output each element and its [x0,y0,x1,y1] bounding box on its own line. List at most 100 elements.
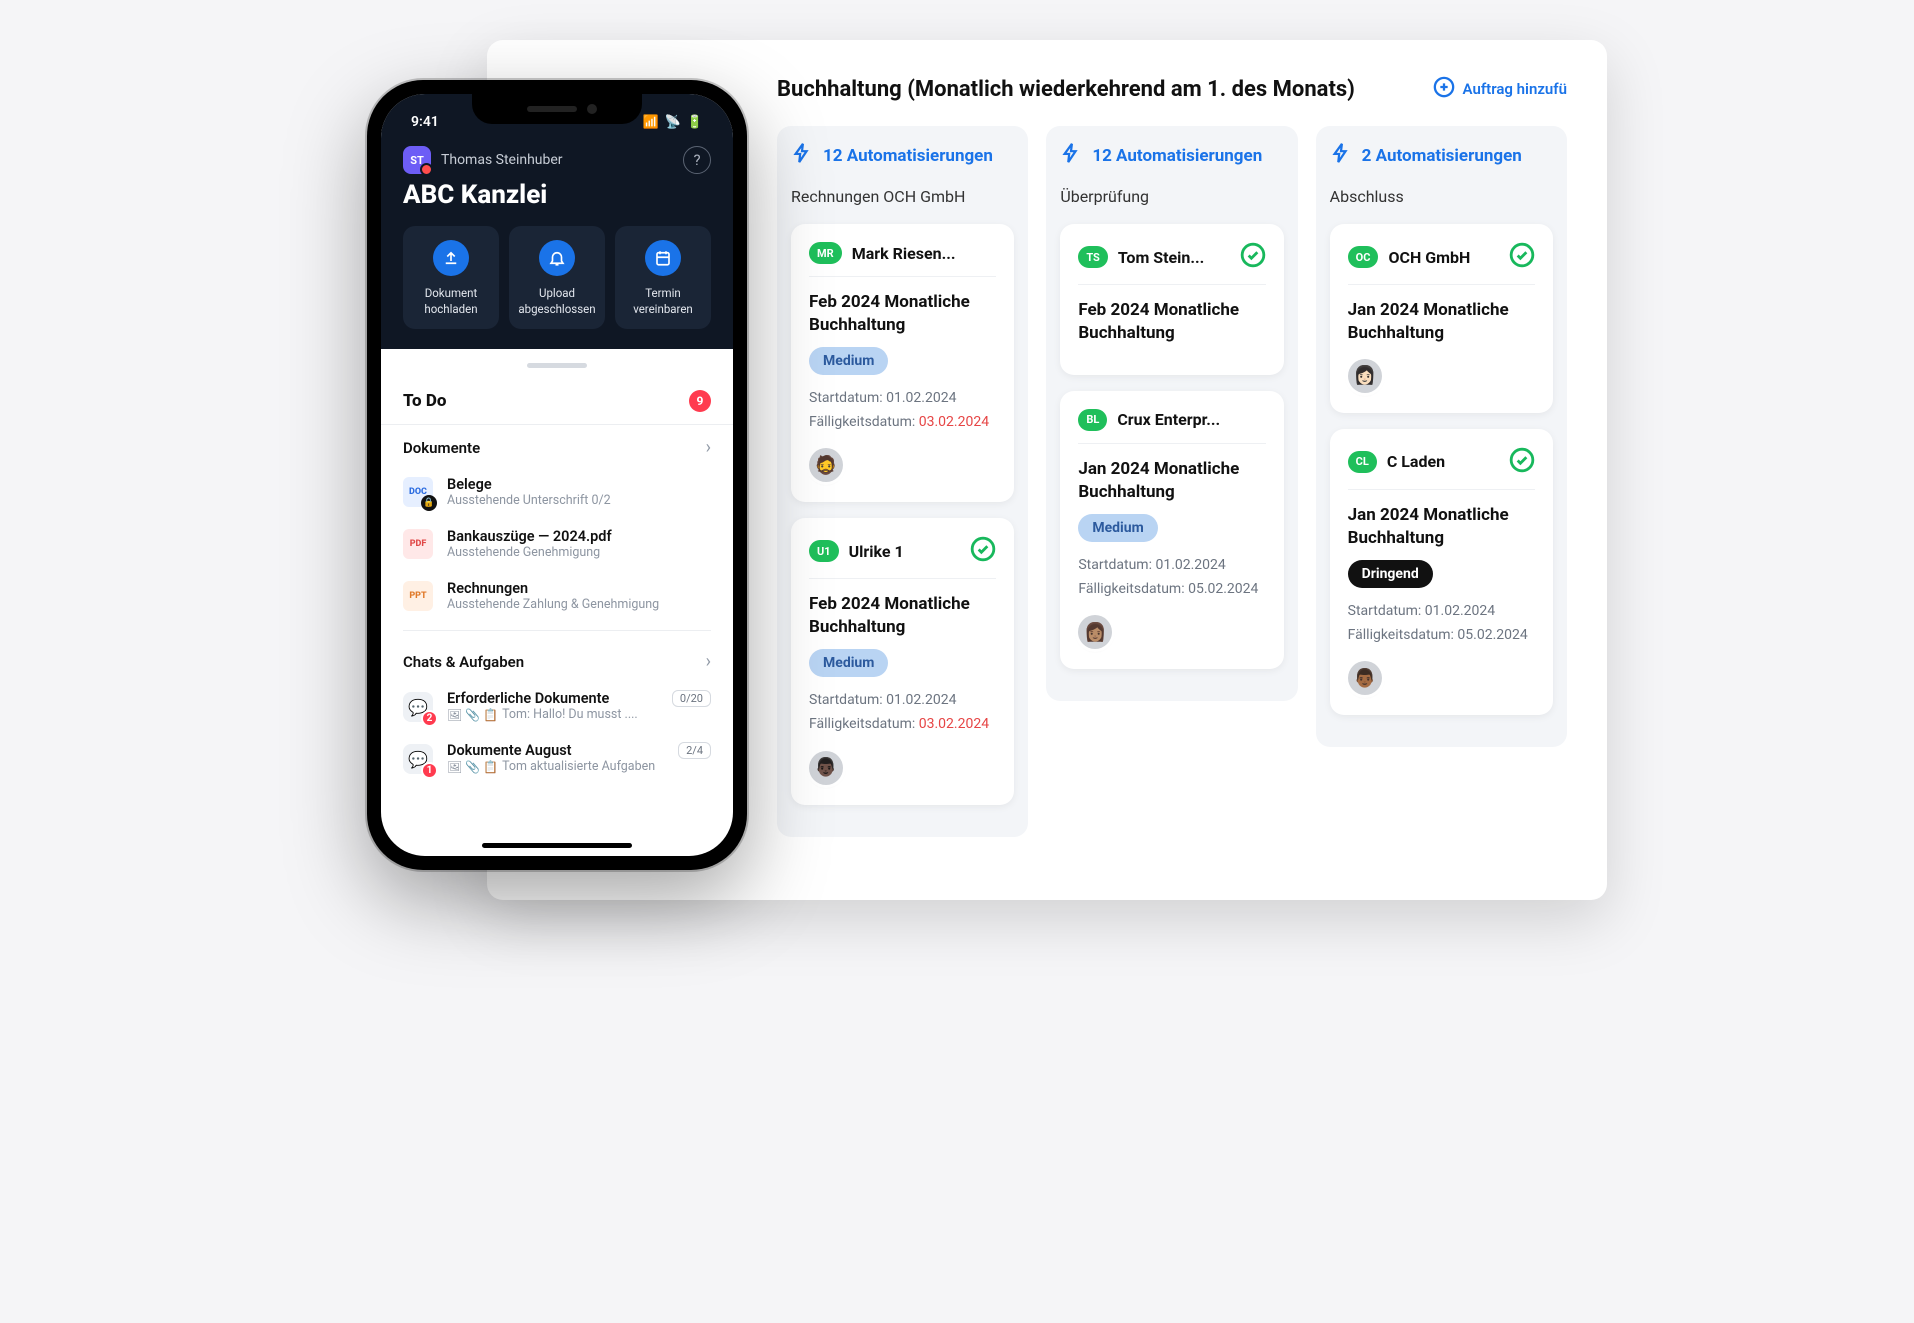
unread-badge: 2 [421,710,438,727]
document-row[interactable]: DOC🔒 Belege Ausstehende Unterschrift 0/2 [381,466,733,518]
calendar-icon [645,240,681,276]
add-task-button[interactable]: Auftrag hinzufü [1433,76,1567,102]
quick-action-button[interactable]: Termin vereinbaren [615,226,711,329]
card-title: Feb 2024 Monatliche Buchhaltung [809,593,996,639]
sheet-grabber[interactable] [527,363,587,368]
assignee-chip: U1 [809,540,839,562]
bolt-icon [791,142,813,169]
automations-count[interactable]: 2 Automatisierungen [1330,142,1553,169]
chat-subtitle: 🖼 📎 📋 Tom aktualisierte Aufgaben [447,759,664,774]
check-icon [970,536,996,566]
chat-row[interactable]: 💬2 Erforderliche Dokumente 🖼 📎 📋 Tom: Ha… [381,680,733,732]
board-title: Buchhaltung (Monatlich wiederkehrend am … [777,77,1355,102]
column-title: Abschluss [1330,187,1553,206]
column-title: Überprüfung [1060,187,1283,206]
quick-action-label: Termin vereinbaren [621,286,705,317]
user-name: Thomas Steinhuber [441,152,563,168]
automations-count[interactable]: 12 Automatisierungen [791,142,1014,169]
priority-pill: Medium [809,649,888,677]
assignee-name: Mark Riesen... [852,244,956,263]
automations-count[interactable]: 12 Automatisierungen [1060,142,1283,169]
check-icon [1240,242,1266,272]
card-avatar: 🧔 [809,448,843,482]
documents-section[interactable]: Dokumente › [381,424,733,466]
document-title: Rechnungen [447,580,659,597]
quick-action-button[interactable]: Dokument hochladen [403,226,499,329]
card-avatar: 👩🏻 [1348,359,1382,393]
card-title: Feb 2024 Monatliche Buchhaltung [1078,299,1265,345]
task-count-pill: 2/4 [678,742,711,759]
chevron-right-icon: › [706,437,711,458]
chats-heading: Chats & Aufgaben [403,653,524,671]
bolt-icon [1060,142,1082,169]
unread-badge: 1 [421,762,438,779]
file-ppt-icon: PPT [403,581,433,611]
kanban-card[interactable]: OC OCH GmbH Jan 2024 Monatliche Buchhalt… [1330,224,1553,413]
chat-icon: 💬1 [403,744,433,774]
document-row[interactable]: PDF Bankauszüge — 2024.pdf Ausstehende G… [381,518,733,570]
add-task-label: Auftrag hinzufü [1463,80,1567,98]
assignee-name: OCH GmbH [1388,248,1470,267]
chat-row[interactable]: 💬1 Dokumente August 🖼 📎 📋 Tom aktualisie… [381,732,733,784]
kanban-card[interactable]: BL Crux Enterpr... Jan 2024 Monatliche B… [1060,391,1283,669]
status-icons: 📶 📡 🔋 [642,114,703,130]
check-icon [1509,447,1535,477]
card-dates: Startdatum: 01.02.2024 Fälligkeitsdatum:… [1348,600,1535,648]
document-subtitle: Ausstehende Unterschrift 0/2 [447,493,611,508]
signal-icon: 📶 [642,115,658,130]
help-icon[interactable]: ? [683,146,711,174]
home-indicator[interactable] [482,843,632,848]
chevron-right-icon: › [706,651,711,672]
chats-section[interactable]: Chats & Aufgaben › [381,639,733,680]
document-row[interactable]: PPT Rechnungen Ausstehende Zahlung & Gen… [381,570,733,622]
bolt-icon [1330,142,1352,169]
chat-title: Dokumente August [447,742,664,759]
documents-heading: Dokumente [403,439,480,457]
quick-action-button[interactable]: Upload abgeschlossen [509,226,605,329]
file-pdf-icon: PDF [403,529,433,559]
org-title: ABC Kanzlei [403,180,711,210]
bell-icon [539,240,575,276]
upload-icon [433,240,469,276]
plus-icon [1433,76,1455,102]
kanban-card[interactable]: U1 Ulrike 1 Feb 2024 Monatliche Buchhalt… [791,518,1014,804]
kanban-column: 12 Automatisierungen Überprüfung TS Tom … [1046,126,1297,701]
card-avatar: 👩🏽 [1078,615,1112,649]
card-title: Feb 2024 Monatliche Buchhaltung [809,291,996,337]
card-dates: Startdatum: 01.02.2024 Fälligkeitsdatum:… [809,689,996,737]
document-subtitle: Ausstehende Zahlung & Genehmigung [447,597,659,612]
assignee-name: Tom Stein... [1118,248,1204,267]
todo-heading: To Do [403,391,446,411]
priority-pill: Medium [809,347,888,375]
status-time: 9:41 [411,114,439,130]
card-title: Jan 2024 Monatliche Buchhaltung [1348,504,1535,550]
card-title: Jan 2024 Monatliche Buchhaltung [1348,299,1535,345]
phone-notch [472,94,642,124]
document-title: Bankauszüge — 2024.pdf [447,528,612,545]
assignee-chip: BL [1078,409,1107,431]
kanban-card[interactable]: MR Mark Riesen... Feb 2024 Monatliche Bu… [791,224,1014,502]
assignee-chip: CL [1348,451,1377,473]
document-subtitle: Ausstehende Genehmigung [447,545,612,560]
assignee-name: Ulrike 1 [849,542,904,561]
chat-title: Erforderliche Dokumente [447,690,658,707]
chat-subtitle: 🖼 📎 📋 Tom: Hallo! Du musst .... [447,707,658,722]
quick-action-label: Dokument hochladen [409,286,493,317]
document-title: Belege [447,476,611,493]
card-dates: Startdatum: 01.02.2024 Fälligkeitsdatum:… [1078,554,1265,602]
kanban-column: 2 Automatisierungen Abschluss OC OCH Gmb… [1316,126,1567,747]
assignee-name: C Laden [1387,452,1445,471]
battery-icon: 🔋 [687,115,703,130]
assignee-name: Crux Enterpr... [1117,410,1220,429]
assignee-chip: OC [1348,246,1379,268]
kanban-card[interactable]: TS Tom Stein... Feb 2024 Monatliche Buch… [1060,224,1283,375]
file-doc-icon: DOC🔒 [403,477,433,507]
wifi-icon: 📡 [665,115,681,130]
assignee-chip: MR [809,242,842,264]
task-count-pill: 0/20 [672,690,711,707]
check-icon [1509,242,1535,272]
user-avatar[interactable]: ST [403,146,431,174]
card-avatar: 👨🏿 [809,751,843,785]
kanban-card[interactable]: CL C Laden Jan 2024 Monatliche Buchhaltu… [1330,429,1553,715]
mobile-preview: 9:41 📶 📡 🔋 ST Thomas Steinhuber ? ABC Ka… [367,80,747,870]
